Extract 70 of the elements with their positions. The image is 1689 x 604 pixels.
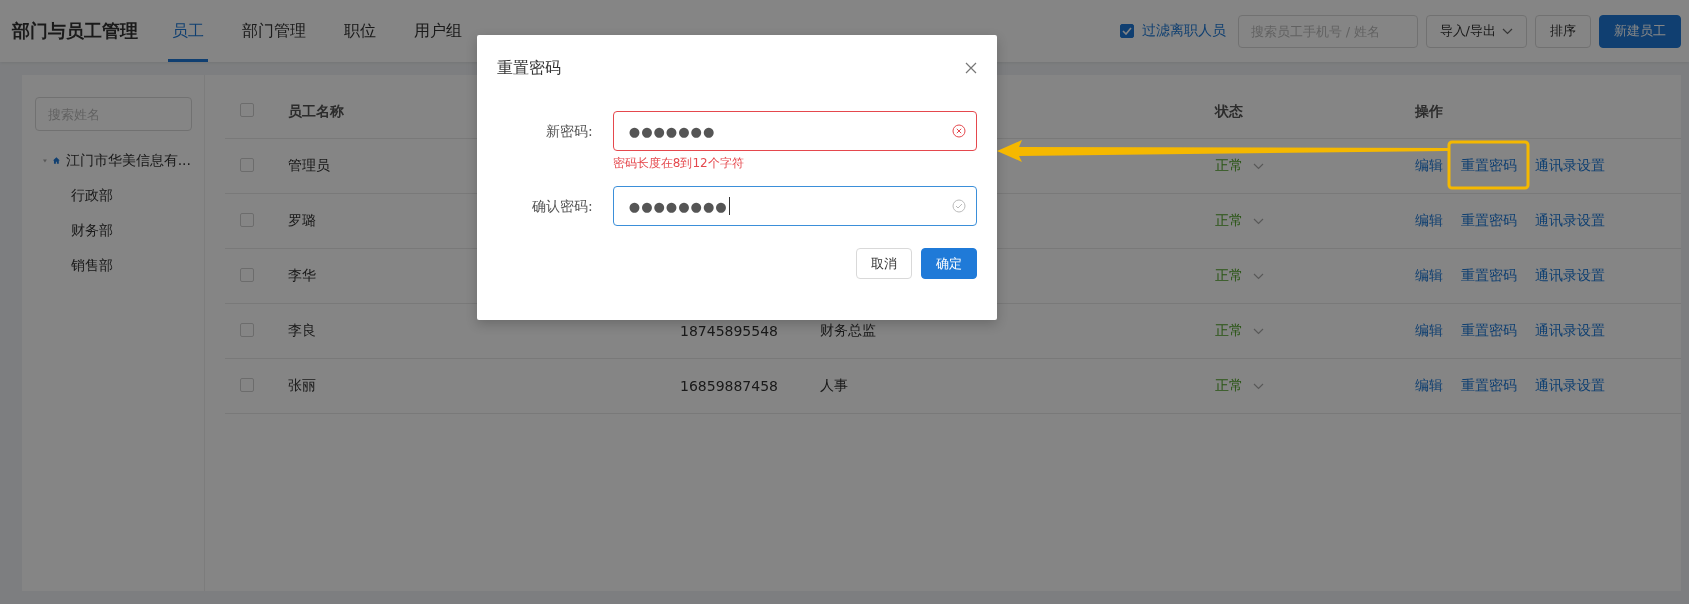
check-circle-icon — [952, 199, 966, 213]
action-link[interactable]: 重置密码 — [1461, 322, 1517, 340]
password-field[interactable]: ●●●●●●● — [612, 111, 977, 151]
tree-item[interactable]: 财务部 — [71, 221, 113, 240]
row-checkbox[interactable] — [240, 377, 254, 392]
action-link[interactable]: 编辑 — [1415, 212, 1443, 230]
table-cell: 管理员 — [288, 157, 330, 175]
home-icon — [52, 154, 60, 167]
row-checkbox[interactable] — [240, 267, 254, 282]
cancel-button[interactable]: 取消 — [856, 248, 912, 279]
filter-label[interactable]: 过滤离职人员 — [1141, 22, 1226, 40]
action-link[interactable]: 通讯录设置 — [1535, 377, 1605, 395]
sort-button[interactable]: 排序 — [1535, 14, 1591, 48]
action-link[interactable]: 重置密码 — [1461, 212, 1517, 230]
status-text[interactable]: 正常 — [1215, 212, 1243, 230]
error-message: 密码长度在8到12个字符 — [612, 155, 745, 172]
table-cell: 李华 — [288, 267, 316, 285]
row-checkbox[interactable] — [240, 322, 254, 337]
action-link[interactable]: 通讯录设置 — [1535, 212, 1605, 230]
action-link[interactable]: 编辑 — [1415, 157, 1443, 175]
chevron-down-icon — [1253, 162, 1264, 170]
tree-item[interactable]: 江门市华美信息有... — [65, 151, 191, 170]
filter-checkbox[interactable] — [1119, 24, 1134, 38]
nav-tab[interactable]: 职位 — [340, 0, 380, 62]
select-all-checkbox[interactable] — [240, 103, 254, 117]
tree-item[interactable]: 行政部 — [71, 186, 113, 205]
chevron-down-icon — [1253, 382, 1264, 390]
tree-item[interactable]: 销售部 — [71, 256, 113, 275]
column-header: 状态 — [1215, 102, 1243, 121]
action-link[interactable]: 编辑 — [1415, 377, 1443, 395]
action-link[interactable]: 通讯录设置 — [1535, 157, 1605, 175]
nav-tab[interactable]: 部门管理 — [238, 0, 310, 62]
nav-tab[interactable]: 用户组 — [410, 0, 466, 62]
table-cell: 18745895548 — [680, 323, 778, 339]
dialog-title: 重置密码 — [497, 57, 561, 79]
row-checkbox[interactable] — [240, 157, 254, 172]
action-link[interactable]: 重置密码 — [1461, 157, 1517, 175]
field-label: 新密码: — [545, 122, 593, 141]
chevron-down-icon — [1253, 272, 1264, 280]
page-title: 部门与员工管理 — [12, 19, 138, 43]
chevron-down-icon — [1253, 217, 1264, 225]
table-cell: 李良 — [288, 322, 316, 340]
status-text[interactable]: 正常 — [1215, 322, 1243, 340]
table-cell: 罗璐 — [288, 212, 316, 230]
table-cell: 16859887458 — [680, 378, 778, 394]
action-link[interactable]: 通讯录设置 — [1535, 322, 1605, 340]
table-cell: 财务总监 — [820, 322, 876, 340]
column-header: 操作 — [1415, 102, 1443, 121]
table-cell: 张丽 — [288, 377, 316, 395]
create-button[interactable]: 新建员工 — [1599, 14, 1681, 48]
row-checkbox[interactable] — [240, 212, 254, 227]
table-cell: 人事 — [820, 377, 848, 395]
chevron-down-icon — [1502, 27, 1513, 35]
confirm-button[interactable]: 确定 — [921, 248, 977, 279]
column-header: 员工名称 — [288, 102, 344, 121]
status-text[interactable]: 正常 — [1215, 157, 1243, 175]
action-link[interactable]: 重置密码 — [1461, 267, 1517, 285]
chevron-down-icon — [1253, 327, 1264, 335]
status-text[interactable]: 正常 — [1215, 377, 1243, 395]
status-text[interactable]: 正常 — [1215, 267, 1243, 285]
action-link[interactable]: 编辑 — [1415, 267, 1443, 285]
error-icon — [952, 124, 966, 138]
nav-tab[interactable]: 员工 — [168, 0, 208, 62]
password-field[interactable]: ●●●●●●●● — [612, 186, 977, 226]
action-link[interactable]: 重置密码 — [1461, 377, 1517, 395]
action-link[interactable]: 编辑 — [1415, 322, 1443, 340]
close-icon[interactable] — [965, 62, 977, 74]
dropdown-button[interactable]: 导入/导出 — [1425, 14, 1527, 48]
field-label: 确认密码: — [531, 197, 593, 216]
action-link[interactable]: 通讯录设置 — [1535, 267, 1605, 285]
